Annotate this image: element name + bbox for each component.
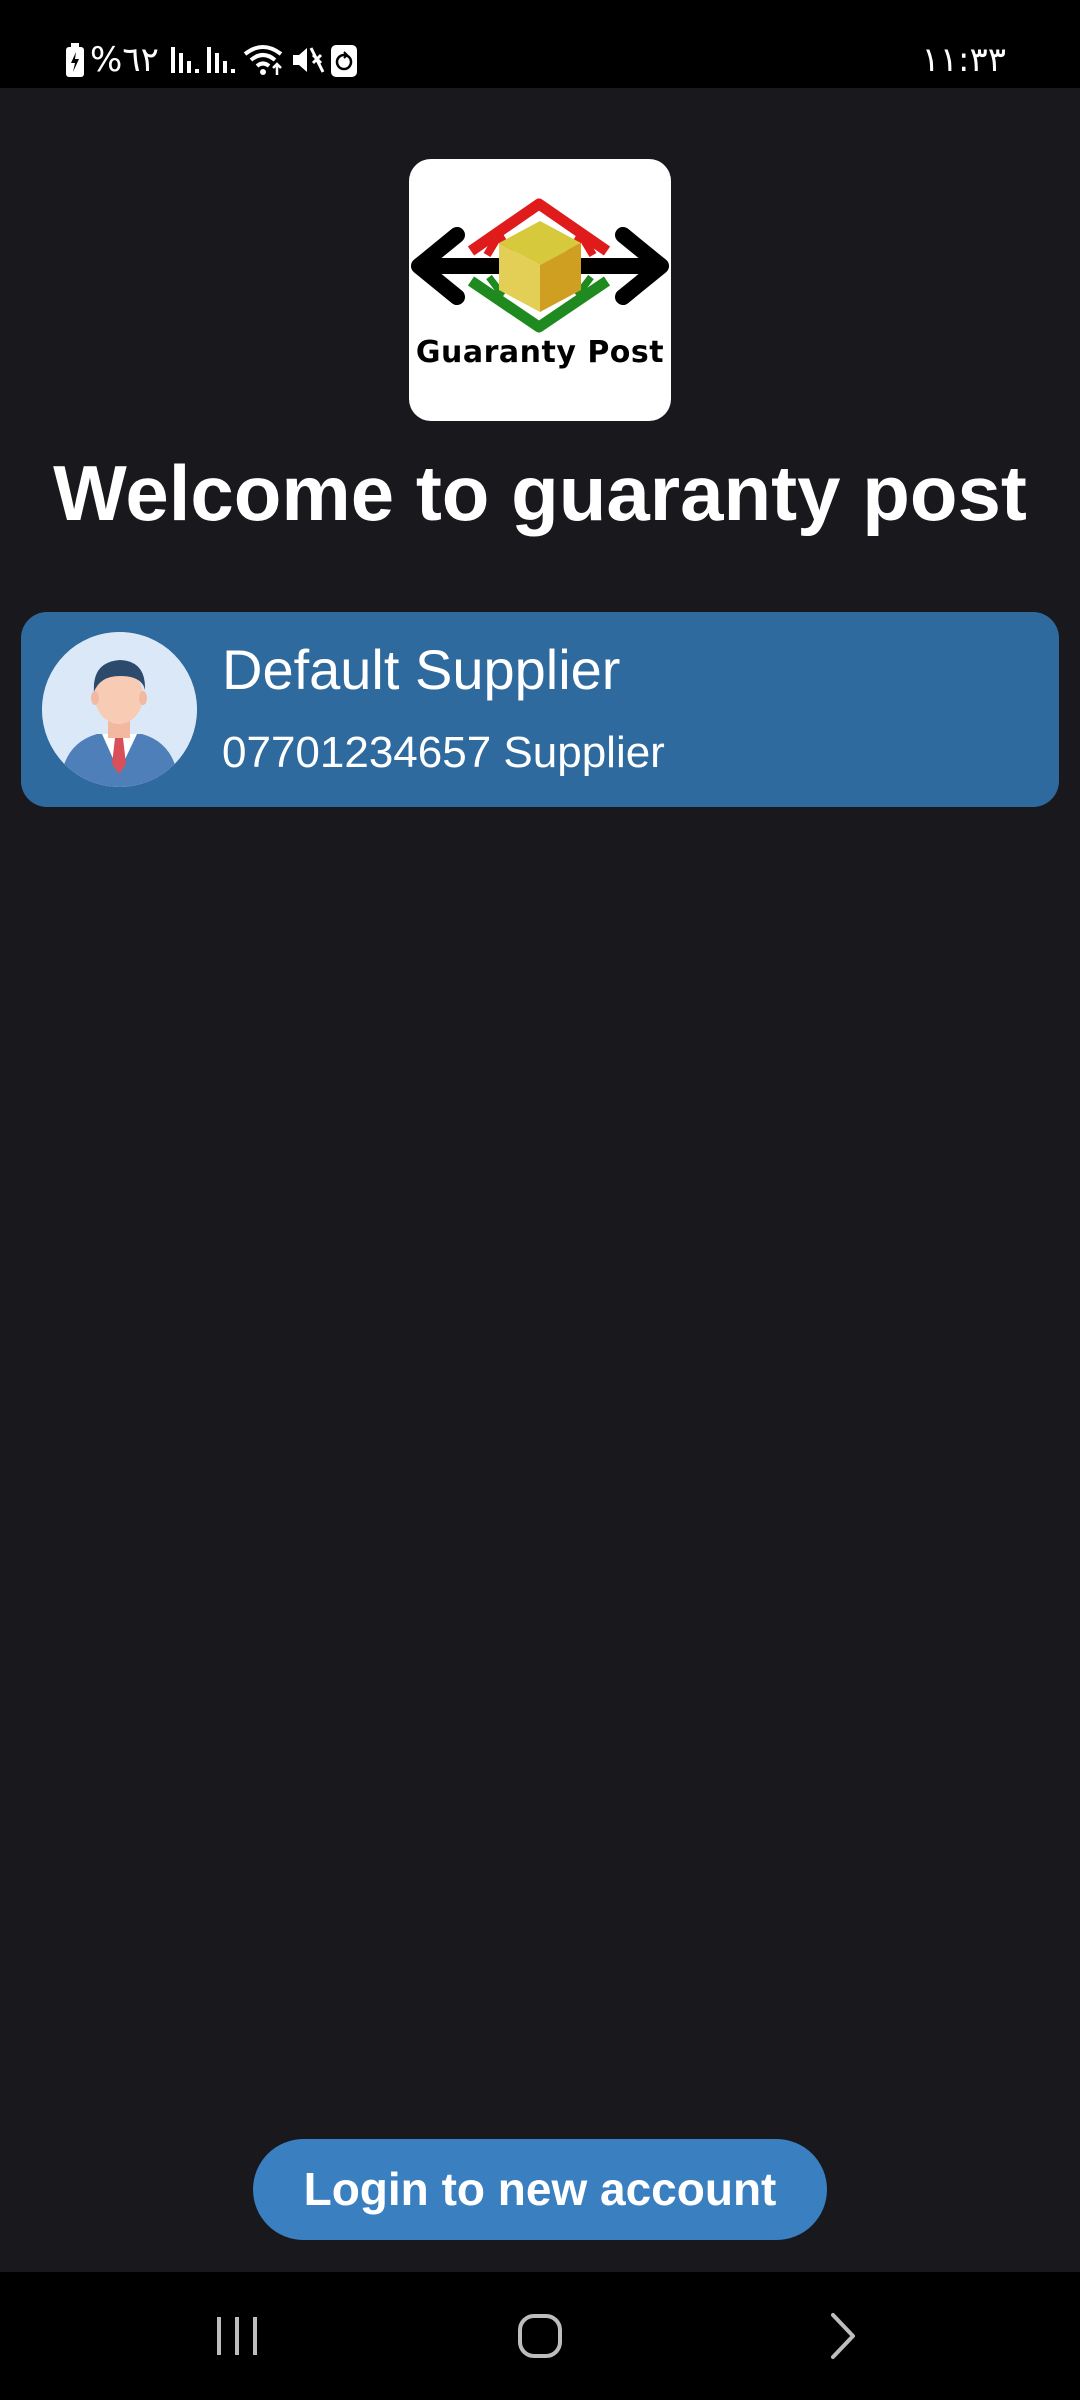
status-bar: %٦٢ ١١:٣٣ (0, 0, 1080, 88)
recent-apps-button[interactable] (147, 2272, 327, 2400)
account-name: Default Supplier (222, 638, 621, 701)
home-button[interactable] (450, 2272, 630, 2400)
recent-apps-icon (217, 2317, 257, 2355)
system-nav-bar (0, 2272, 1080, 2400)
mute-icon (291, 44, 325, 76)
account-phone-role: 07701234657 Supplier (222, 728, 665, 777)
user-avatar-icon (42, 632, 197, 787)
back-icon (831, 2313, 855, 2359)
logo-brand-text: Guaranty Post (415, 335, 665, 370)
wifi-icon (243, 44, 285, 76)
recycle-icon (330, 43, 357, 77)
battery-percent: %٦٢ (90, 40, 159, 80)
guaranty-post-logo-icon (411, 198, 669, 333)
battery-icon (66, 43, 84, 77)
signal-icon (170, 45, 201, 75)
status-icons: %٦٢ (66, 38, 357, 82)
home-icon (518, 2314, 562, 2358)
back-button[interactable] (753, 2272, 933, 2400)
page-title: Welcome to guaranty post (53, 449, 1027, 537)
app-screen: %٦٢ ١١:٣٣ Guaranty Post Welcome to guara… (0, 0, 1080, 2400)
login-new-account-button[interactable]: Login to new account (253, 2139, 827, 2240)
status-time: ١١:٣٣ (921, 40, 1006, 80)
saved-account-card[interactable]: Default Supplier 07701234657 Supplier (21, 612, 1059, 807)
app-logo: Guaranty Post (409, 159, 671, 421)
signal-icon (206, 45, 237, 75)
